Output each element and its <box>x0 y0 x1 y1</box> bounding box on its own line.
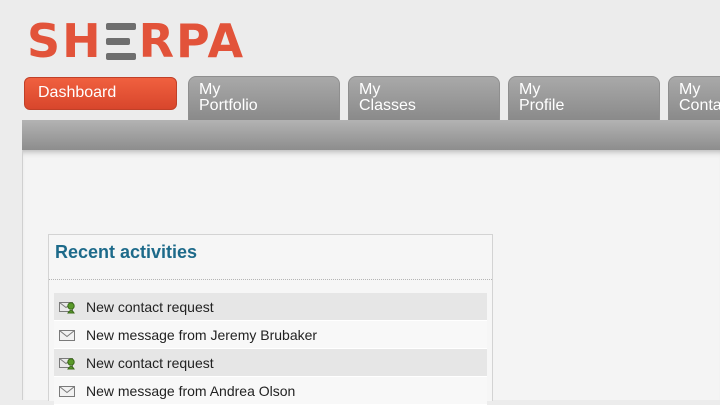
sherpa-logo[interactable]: S H RPA <box>27 14 245 64</box>
activity-item[interactable]: New contact request <box>54 349 487 377</box>
logo-letters-rpa: RPA <box>138 14 246 68</box>
recent-activities-panel: Recent activities New contact request Ne… <box>48 234 493 405</box>
contact-request-icon <box>59 356 77 370</box>
contact-request-icon <box>59 300 77 314</box>
tab-label-line1: My <box>679 81 701 98</box>
logo-letter-s: S <box>27 14 63 68</box>
envelope-icon <box>59 328 77 342</box>
tab-my-portfolio[interactable]: My Portfolio <box>188 76 340 120</box>
activity-text: New contact request <box>86 298 214 315</box>
tab-label-line1: My <box>519 81 541 98</box>
activity-list: New contact request New message from Jer… <box>54 293 487 405</box>
tab-my-contacts[interactable]: My Conta <box>668 76 720 120</box>
activity-text: New contact request <box>86 354 214 371</box>
tab-my-profile[interactable]: My Profile <box>508 76 660 120</box>
subnav-strip <box>22 120 720 151</box>
tab-my-classes[interactable]: My Classes <box>348 76 500 120</box>
activity-item[interactable]: New message from Andrea Olson <box>54 377 487 405</box>
tab-dashboard[interactable]: Dashboard <box>24 77 177 110</box>
tab-dashboard-label: Dashboard <box>38 84 117 101</box>
logo-letter-h: H <box>62 14 103 68</box>
divider <box>49 279 492 280</box>
logo-letter-e <box>105 23 136 61</box>
tab-label-line1: My <box>359 81 381 98</box>
recent-activities-title: Recent activities <box>55 242 198 262</box>
tab-label-line2: Classes <box>359 97 416 114</box>
activity-item[interactable]: New contact request <box>54 293 487 321</box>
main-nav-tabs: Dashboard My Portfolio My Classes My Pro… <box>0 75 720 120</box>
tab-label-line2: Portfolio <box>199 97 258 114</box>
activity-text: New message from Andrea Olson <box>86 382 296 399</box>
activity-item[interactable]: New message from Jeremy Brubaker <box>54 321 487 349</box>
envelope-icon <box>59 384 77 398</box>
activity-text: New message from Jeremy Brubaker <box>86 326 318 343</box>
tab-label-line2: Conta <box>679 97 720 114</box>
tab-label-line2: Profile <box>519 97 565 114</box>
tab-label-line1: My <box>199 81 221 98</box>
